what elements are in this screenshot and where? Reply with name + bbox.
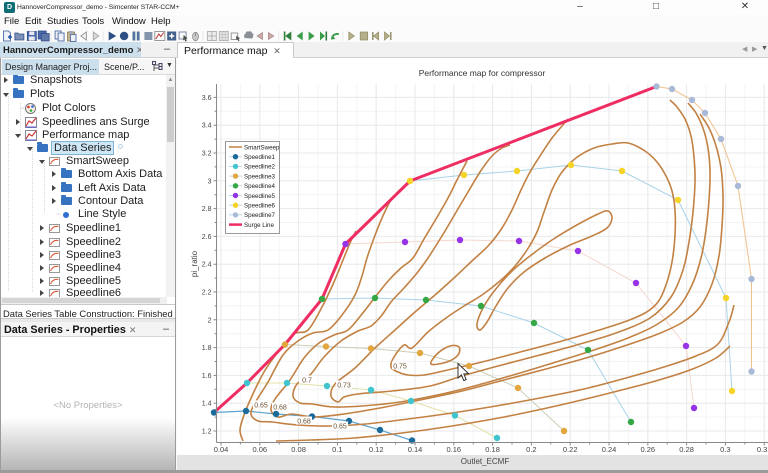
svg-text:0.3: 0.3 — [720, 445, 730, 454]
svg-text:0.06: 0.06 — [252, 445, 267, 454]
svg-text:2.4: 2.4 — [202, 262, 212, 269]
svg-text:0.75: 0.75 — [393, 364, 407, 371]
svg-text:0.14: 0.14 — [408, 445, 423, 454]
svg-text:0.7: 0.7 — [302, 378, 312, 385]
svg-text:Surge Line: Surge Line — [244, 222, 274, 229]
svg-text:0.26: 0.26 — [640, 445, 655, 454]
svg-text:0.32: 0.32 — [757, 445, 768, 454]
svg-text:0.28: 0.28 — [679, 445, 694, 454]
svg-text:2.2: 2.2 — [202, 290, 212, 297]
svg-text:2.6: 2.6 — [202, 234, 212, 241]
svg-text:3.2: 3.2 — [202, 151, 212, 158]
svg-text:0.68: 0.68 — [273, 405, 287, 412]
svg-text:Speedline7: Speedline7 — [244, 212, 276, 219]
svg-text:0.65: 0.65 — [254, 403, 268, 410]
svg-text:Speedline3: Speedline3 — [244, 173, 276, 180]
svg-text:Speedline1: Speedline1 — [244, 154, 276, 161]
svg-text:Performance map for compressor: Performance map for compressor — [419, 68, 546, 78]
svg-text:Speedline2: Speedline2 — [244, 164, 276, 171]
svg-text:3.4: 3.4 — [202, 123, 212, 130]
svg-text:0.1: 0.1 — [332, 445, 342, 454]
svg-text:3.6: 3.6 — [202, 95, 212, 102]
svg-text:SmartSweep: SmartSweep — [244, 144, 280, 151]
svg-text:0.04: 0.04 — [214, 445, 229, 454]
svg-text:Speedline5: Speedline5 — [244, 193, 276, 200]
svg-text:1.6: 1.6 — [202, 373, 212, 380]
svg-text:0.12: 0.12 — [369, 445, 384, 454]
svg-text:0.73: 0.73 — [337, 383, 351, 390]
svg-text:3: 3 — [208, 178, 212, 185]
svg-text:1.8: 1.8 — [202, 345, 212, 352]
svg-text:pi_ratio: pi_ratio — [190, 250, 199, 277]
svg-text:Speedline4: Speedline4 — [244, 183, 276, 190]
svg-text:0.16: 0.16 — [446, 445, 461, 454]
svg-text:0.08: 0.08 — [291, 445, 306, 454]
svg-text:0.68: 0.68 — [297, 419, 311, 426]
svg-text:Speedline6: Speedline6 — [244, 203, 276, 210]
svg-text:1.2: 1.2 — [202, 429, 212, 436]
svg-text:0.65: 0.65 — [333, 424, 347, 431]
svg-text:0.18: 0.18 — [485, 445, 500, 454]
svg-text:2: 2 — [208, 317, 212, 324]
svg-text:2.8: 2.8 — [202, 206, 212, 213]
svg-text:0.22: 0.22 — [563, 445, 578, 454]
svg-text:Outlet_ECMF: Outlet_ECMF — [461, 457, 510, 466]
svg-text:1.4: 1.4 — [202, 401, 212, 408]
svg-text:0.24: 0.24 — [602, 445, 617, 454]
svg-text:0.2: 0.2 — [526, 445, 536, 454]
